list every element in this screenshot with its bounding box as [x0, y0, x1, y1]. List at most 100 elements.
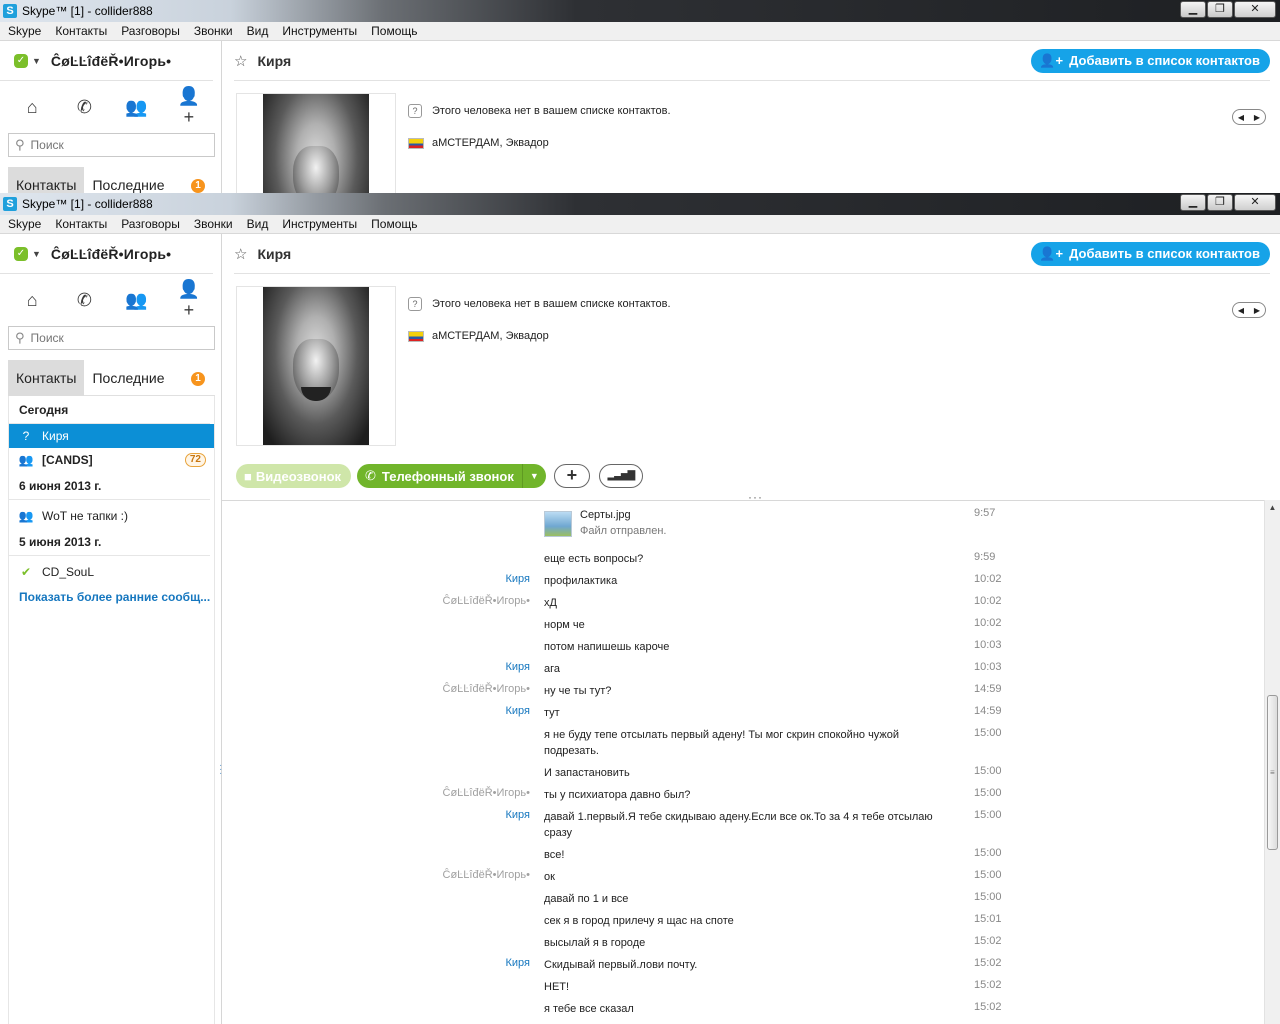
online-status-icon[interactable]: ✓	[14, 53, 28, 68]
profile-pager[interactable]: ◀ ▶	[1232, 302, 1266, 318]
title-bar[interactable]: S Skype™ [1] - collider888 ▁ ❐ ✕	[0, 0, 1280, 22]
message-sender[interactable]: ĈøĿĿîđëŘ•Игорь•	[443, 595, 530, 607]
contact-info: ? Этого человека нет в вашем списке конта…	[408, 296, 671, 344]
menu-tools[interactable]: Инструменты	[275, 24, 364, 38]
group-icon[interactable]: 👥	[122, 290, 152, 311]
message-sender[interactable]: ĈøĿĿîđëŘ•Игорь•	[443, 787, 530, 799]
message-sender[interactable]: Киря	[505, 705, 530, 717]
maximize-button[interactable]: ❐	[1207, 1, 1233, 18]
search-input[interactable]	[30, 138, 191, 152]
file-name[interactable]: Серты.jpg	[580, 507, 666, 523]
group-icon[interactable]: 👥	[122, 97, 152, 118]
chat-scrollbar[interactable]: ▲ ≡	[1264, 500, 1280, 1024]
search-input[interactable]	[30, 331, 191, 345]
message-sender[interactable]: Киря	[505, 661, 530, 673]
search-box[interactable]: ⚲	[8, 133, 215, 157]
chat-history: Серты.jpg Файл отправлен. 9:57 еще есть …	[222, 500, 1280, 1024]
phone-call-button[interactable]: ✆ Телефонный звонок ▼	[357, 464, 546, 488]
menu-skype[interactable]: Skype	[1, 24, 48, 38]
favorite-star-icon[interactable]: ☆	[234, 52, 247, 70]
add-to-contacts-button[interactable]: 👤+ Добавить в список контактов	[1031, 241, 1270, 266]
message-sender[interactable]: Киря	[505, 809, 530, 821]
conversation-header: ☆ Киря 👤+ Добавить в список контактов	[234, 234, 1270, 274]
window-title: Skype™ [1] - collider888	[22, 197, 153, 211]
list-item[interactable]: ? Киря	[9, 424, 214, 448]
maximize-button[interactable]: ❐	[1207, 194, 1233, 211]
tab-contacts[interactable]: Контакты	[8, 360, 85, 396]
chevron-left-icon[interactable]: ◀	[1238, 306, 1244, 315]
message-text: ну че ты тут?	[544, 685, 612, 697]
add-to-contacts-button[interactable]: 👤+ Добавить в список контактов	[1031, 48, 1270, 73]
message-sender[interactable]: ĈøĿĿîđëŘ•Игорь•	[443, 683, 530, 695]
home-icon[interactable]: ⌂	[17, 97, 47, 118]
phone-icon[interactable]: ✆	[69, 97, 99, 118]
search-box[interactable]: ⚲	[8, 326, 215, 350]
profile-bar[interactable]: ✓ ▼ ĈøĿĿîđëŘ•Игорь•	[0, 41, 213, 81]
title-bar[interactable]: S Skype™ [1] - collider888 ▁ ❐ ✕	[0, 193, 1280, 215]
scrollbar-thumb[interactable]: ≡	[1267, 695, 1278, 850]
chevron-left-icon[interactable]: ◀	[1238, 113, 1244, 122]
image-file-icon[interactable]	[544, 511, 572, 537]
minimize-button[interactable]: ▁	[1180, 1, 1206, 18]
list-item[interactable]: 👥 [CANDS] 72	[9, 448, 214, 472]
add-participant-button[interactable]: +	[553, 464, 590, 488]
menu-conversations[interactable]: Разговоры	[114, 24, 187, 38]
list-item[interactable]: 👥 WoT не тапки :)	[9, 504, 214, 528]
menu-view[interactable]: Вид	[240, 24, 276, 38]
menu-contacts[interactable]: Контакты	[48, 24, 114, 38]
message-sender[interactable]: ĈøĿĿîđëŘ•Игорь•	[443, 869, 530, 881]
group-icon: 👥	[18, 453, 34, 467]
message-text: профилактика	[544, 575, 618, 587]
sidebar-tabs: Контакты Последние 1	[8, 360, 215, 396]
conversation-pane: ☆ Киря 👤+ Добавить в список контактов ? Э…	[222, 234, 1280, 1024]
add-contact-icon[interactable]: 👤+	[174, 279, 204, 321]
tab-contacts[interactable]: Контакты	[8, 167, 85, 193]
menu-view[interactable]: Вид	[240, 217, 276, 231]
unknown-contact-icon: ?	[408, 104, 422, 118]
menu-help[interactable]: Помощь	[364, 217, 424, 231]
menu-help[interactable]: Помощь	[364, 24, 424, 38]
home-icon[interactable]: ⌂	[17, 290, 47, 311]
show-earlier-link[interactable]: Показать более ранние сообщ...	[9, 590, 214, 604]
profile-pager[interactable]: ◀ ▶	[1232, 109, 1266, 125]
menu-calls[interactable]: Звонки	[187, 24, 240, 38]
call-quality-button[interactable]: ▂▃▅▇	[598, 464, 643, 488]
online-status-icon[interactable]: ✓	[14, 246, 28, 261]
close-button[interactable]: ✕	[1234, 1, 1276, 18]
close-button[interactable]: ✕	[1234, 194, 1276, 211]
favorite-star-icon[interactable]: ☆	[234, 245, 247, 263]
chevron-down-icon[interactable]: ▼	[32, 56, 41, 66]
chevron-down-icon[interactable]: ▼	[32, 249, 41, 259]
message-time: 15:00	[974, 869, 1002, 881]
message-time: 10:03	[974, 661, 1002, 673]
chevron-right-icon[interactable]: ▶	[1254, 113, 1260, 122]
contact-title: Киря	[257, 245, 292, 262]
profile-bar[interactable]: ✓ ▼ ĈøĿĿîđëŘ•Игорь•	[0, 234, 213, 274]
menu-contacts[interactable]: Контакты	[48, 217, 114, 231]
tab-recent[interactable]: Последние	[84, 360, 172, 396]
contact-title: Киря	[257, 52, 292, 69]
group-header-date: 6 июня 2013 г.	[9, 472, 210, 500]
minimize-button[interactable]: ▁	[1180, 194, 1206, 211]
chevron-right-icon[interactable]: ▶	[1254, 306, 1260, 315]
tab-recent[interactable]: Последние	[84, 167, 172, 193]
scroll-up-arrow[interactable]: ▲	[1265, 500, 1280, 516]
chevron-down-icon[interactable]: ▼	[521, 464, 546, 488]
phone-icon[interactable]: ✆	[69, 290, 99, 311]
message-sender[interactable]: Киря	[505, 573, 530, 585]
menu-conversations[interactable]: Разговоры	[114, 217, 187, 231]
message-sender[interactable]: Киря	[505, 957, 530, 969]
video-call-button[interactable]: ■ Видеозвонок	[236, 464, 352, 488]
message-time: 15:02	[974, 1001, 1002, 1013]
list-item[interactable]: ✔ CD_SouL	[9, 560, 214, 584]
menu-tools[interactable]: Инструменты	[275, 217, 364, 231]
add-contact-icon[interactable]: 👤+	[174, 86, 204, 128]
message-time: 15:02	[974, 957, 1002, 969]
video-camera-icon: ■	[244, 468, 252, 484]
menu-skype[interactable]: Skype	[1, 217, 48, 231]
menu-calls[interactable]: Звонки	[187, 217, 240, 231]
message-text: хД	[544, 597, 557, 609]
add-to-contacts-label: Добавить в список контактов	[1069, 53, 1260, 68]
message-time: 15:00	[974, 891, 1002, 903]
message-time: 9:59	[974, 551, 996, 563]
